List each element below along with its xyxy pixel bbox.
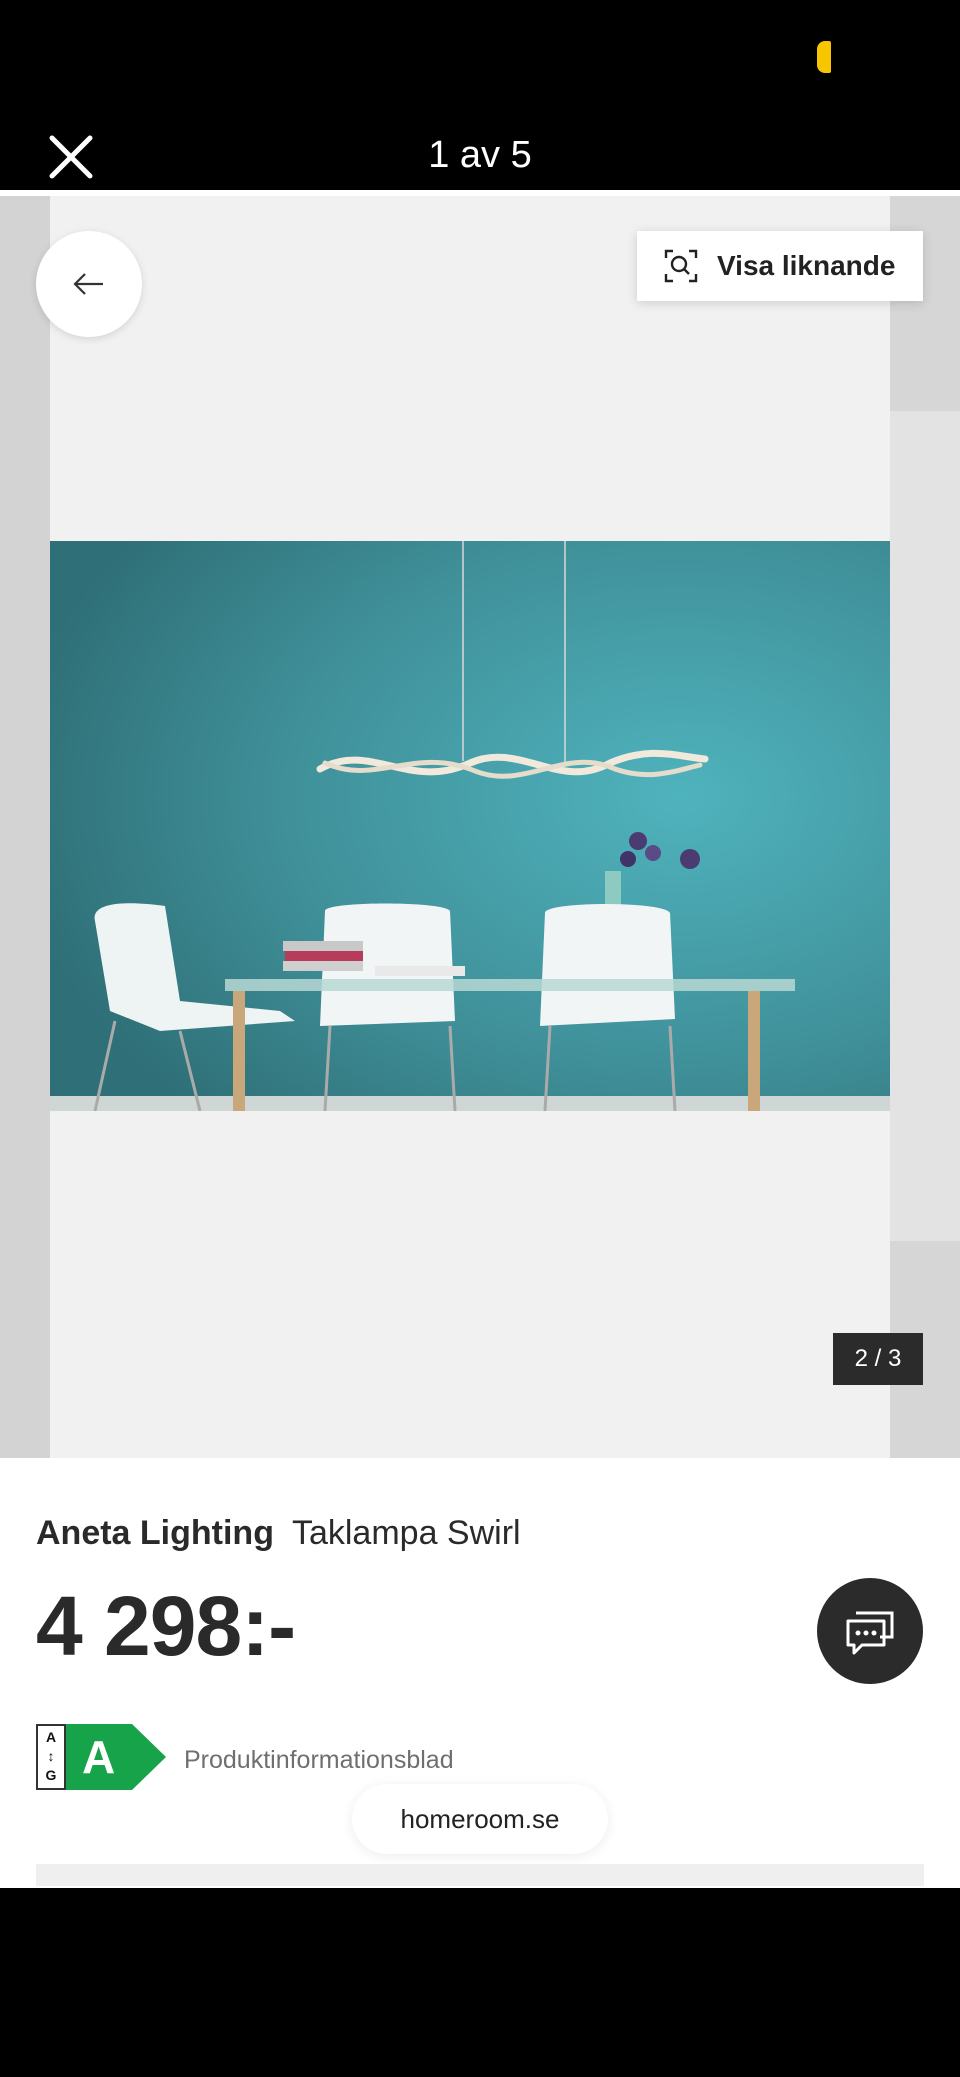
chat-button[interactable]	[817, 1578, 923, 1684]
visual-search-icon	[664, 249, 698, 283]
product-info-sheet-link[interactable]: Produktinformationsblad	[184, 1746, 454, 1775]
status-bar	[0, 0, 960, 110]
product-image-gallery[interactable]: Visa liknande 2 / 3	[0, 196, 960, 1458]
show-similar-label: Visa liknande	[717, 250, 896, 281]
bottom-bar	[0, 1888, 960, 2077]
energy-scale: A ↕ G	[36, 1724, 66, 1790]
product-info-panel: Aneta Lighting Taklampa Swirl 4 298:- A ↕…	[0, 1458, 960, 1888]
energy-scale-arrow-icon: ↕	[47, 1748, 55, 1764]
energy-label[interactable]: A ↕ G A	[36, 1724, 166, 1790]
top-navigation: 1 av 5	[0, 110, 960, 190]
show-similar-button[interactable]: Visa liknande	[637, 231, 923, 301]
product-name: Taklampa Swirl	[291, 1514, 521, 1552]
arrow-left-icon	[73, 273, 103, 295]
product-brand[interactable]: Aneta Lighting	[36, 1514, 274, 1552]
product-title: Aneta Lighting Taklampa Swirl	[36, 1514, 521, 1553]
battery-indicator-icon	[817, 41, 831, 73]
product-price: 4 298:-	[36, 1579, 296, 1673]
image-counter-badge: 2 / 3	[833, 1333, 923, 1385]
content-divider	[36, 1864, 924, 1886]
product-photo	[50, 541, 890, 1111]
browser-domain-pill: homeroom.se	[352, 1784, 608, 1854]
previous-image-peek	[0, 196, 50, 1458]
energy-rating-badge: A	[66, 1724, 166, 1790]
image-position-counter: 1 av 5	[428, 134, 532, 176]
next-image-peek	[890, 196, 960, 1458]
back-button[interactable]	[36, 231, 142, 337]
chat-bubble-icon	[846, 1611, 894, 1655]
